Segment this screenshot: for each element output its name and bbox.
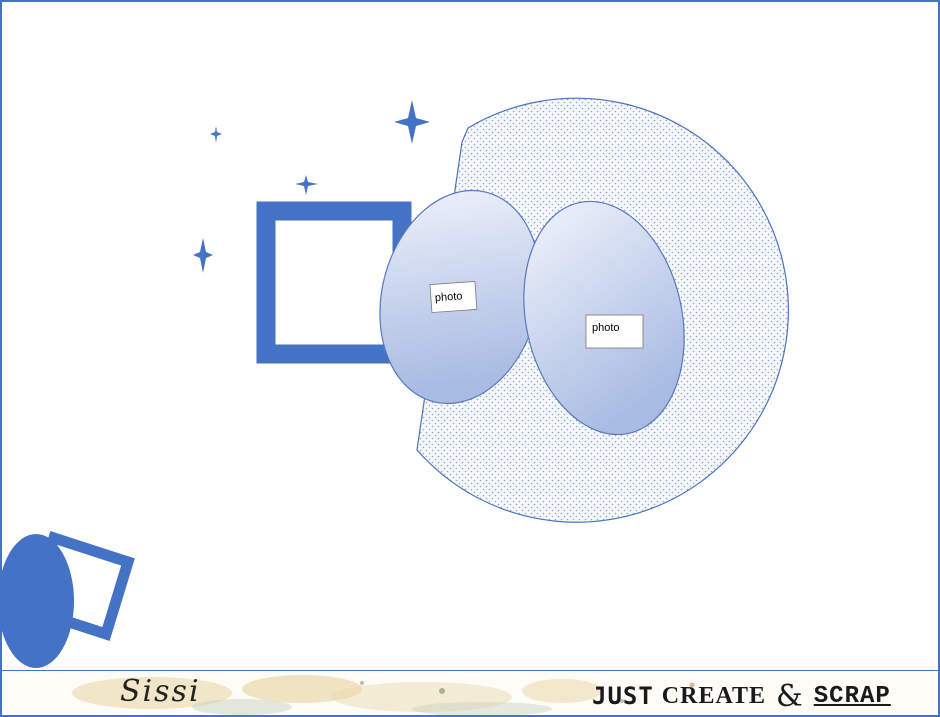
brand-word-create: CREATE [661, 682, 767, 709]
photo-label-text: photo [592, 322, 620, 334]
brand-word-scrap: SCRAP [813, 682, 891, 710]
slide-canvas: photo photo Sissi JUST CREATE & SCRAP [0, 0, 940, 717]
photo-label-left[interactable]: photo [429, 281, 478, 313]
brand-word-just: JUST [592, 682, 654, 710]
sparkle-large-icon [394, 100, 430, 144]
photo-label-text: photo [435, 290, 463, 304]
sparkle-tall-icon [193, 238, 213, 273]
sparkle-medium-icon [295, 175, 318, 195]
layout-diagram: photo photo [2, 97, 789, 668]
sparkle-small-icon [210, 126, 222, 143]
signature-text: Sissi [120, 674, 201, 709]
brand-ampersand: & [776, 678, 804, 714]
brand-logo: JUST CREATE & SCRAP [592, 678, 891, 714]
photo-label-right[interactable]: photo [585, 314, 644, 349]
footer-banner: Sissi JUST CREATE & SCRAP [2, 670, 938, 715]
